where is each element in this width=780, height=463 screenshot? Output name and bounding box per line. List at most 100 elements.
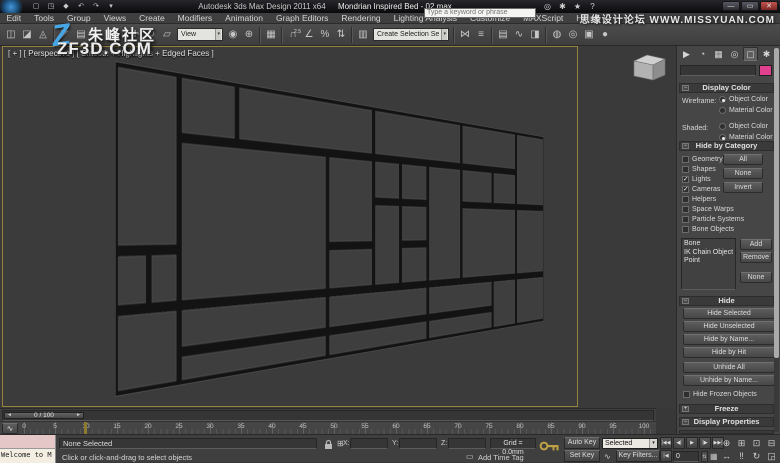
- bind-to-space-warp-icon[interactable]: ◬: [35, 26, 51, 43]
- hide-frozen-objects-checkbox[interactable]: Hide Frozen Objects: [683, 389, 757, 399]
- unlink-selection-icon[interactable]: ◪: [19, 26, 35, 43]
- menu-create[interactable]: Create: [133, 13, 172, 23]
- mini-curve-editor-button[interactable]: ∿: [2, 423, 18, 434]
- material-editor-icon[interactable]: ◍: [549, 26, 565, 43]
- minimize-button[interactable]: —: [722, 1, 740, 11]
- play-icon[interactable]: ▶: [686, 437, 698, 449]
- shaded-material-color-radio[interactable]: [719, 134, 726, 141]
- new-scene-icon[interactable]: ▢: [30, 1, 42, 12]
- menu-tools[interactable]: Tools: [28, 13, 61, 23]
- previous-key-icon[interactable]: |◀: [660, 450, 672, 462]
- shaded-object-color-radio[interactable]: [719, 123, 726, 130]
- time-slider-handle[interactable]: ◄ 0 / 100 ►: [4, 412, 84, 419]
- close-button[interactable]: ✕: [760, 1, 778, 11]
- key-mode-dropdown[interactable]: Selected ▾: [602, 438, 658, 449]
- scrollbar-thumb[interactable]: [774, 48, 779, 358]
- open-file-icon[interactable]: ◳: [45, 1, 57, 12]
- menu-edit[interactable]: Edit: [0, 13, 28, 23]
- hide-by-name-button[interactable]: Hide by Name...: [683, 334, 775, 345]
- time-slider[interactable]: ◄ 0 / 100 ►: [0, 408, 656, 421]
- edit-named-selection-sets-icon[interactable]: ▥: [355, 26, 371, 43]
- wireframe-material-color-option[interactable]: Material Color: [719, 107, 773, 114]
- rollout-toggle-icon[interactable]: −: [682, 298, 689, 304]
- walk-through-icon[interactable]: ‼: [734, 450, 749, 462]
- viewport-label[interactable]: [ + ] [ Perspective ] [ Smooth + Highlig…: [8, 49, 214, 58]
- select-by-name-icon[interactable]: ▤: [73, 26, 89, 43]
- align-icon[interactable]: ≡: [473, 26, 489, 43]
- maxscript-macro-recorder[interactable]: [0, 435, 56, 449]
- search-go-icon[interactable]: ◎: [542, 1, 553, 12]
- tab-hierarchy-icon[interactable]: ▦: [711, 47, 726, 61]
- keyboard-shortcut-override-icon[interactable]: ▦: [263, 26, 279, 43]
- unhide-all-button[interactable]: Unhide All: [683, 362, 775, 373]
- checkbox-box[interactable]: [682, 215, 689, 223]
- auto-key-button[interactable]: Auto Key: [564, 437, 600, 449]
- mondrian-bed-object[interactable]: [115, 61, 544, 397]
- rollout-toggle-icon[interactable]: −: [682, 85, 689, 91]
- maximize-button[interactable]: ▭: [741, 1, 759, 11]
- track-bar-ruler[interactable]: 0510152025303540455055606570758085909510…: [22, 422, 651, 434]
- checkbox-box[interactable]: [682, 165, 689, 173]
- use-pivot-point-center-icon[interactable]: ◉: [225, 26, 241, 43]
- object-color-swatch[interactable]: [759, 65, 772, 76]
- menu-rendering[interactable]: Rendering: [335, 13, 387, 23]
- help-icon[interactable]: ?: [587, 1, 598, 12]
- perspective-viewport[interactable]: [ + ] [ Perspective ] [ Smooth + Highlig…: [2, 46, 578, 407]
- rollout-toggle-icon[interactable]: −: [682, 419, 689, 425]
- track-bar[interactable]: ∿ 05101520253035404550556065707580859095…: [0, 421, 656, 435]
- box-object[interactable]: [630, 52, 668, 82]
- category-listbox[interactable]: Bone IK Chain Object Point: [681, 238, 736, 290]
- wireframe-object-color-option[interactable]: Object Color: [719, 96, 768, 103]
- tab-motion-icon[interactable]: ◎: [727, 47, 742, 61]
- tab-display-icon[interactable]: ▢: [743, 47, 758, 61]
- none-button[interactable]: None: [723, 168, 763, 179]
- rollout-hide-by-category[interactable]: − Hide by Category: [679, 141, 774, 151]
- tab-create-icon[interactable]: ▶: [679, 47, 694, 61]
- rollout-display-color[interactable]: − Display Color: [679, 83, 774, 93]
- rollout-toggle-icon[interactable]: −: [682, 143, 689, 149]
- rendered-frame-window-icon[interactable]: ▣: [581, 26, 597, 43]
- checkbox-box[interactable]: ✓: [682, 185, 689, 193]
- category-space-warps[interactable]: Space Warps: [682, 204, 744, 214]
- category-bone-objects[interactable]: Bone Objects: [682, 224, 744, 234]
- menu-group[interactable]: Group: [61, 13, 98, 23]
- y-field[interactable]: [399, 438, 437, 449]
- hide-selected-button[interactable]: Hide Selected: [683, 308, 775, 319]
- select-and-move-icon[interactable]: ✚: [127, 26, 143, 43]
- dropdown-arrow-icon[interactable]: ▾: [215, 29, 221, 40]
- favorites-icon[interactable]: ★: [572, 1, 583, 12]
- object-name-field[interactable]: [680, 65, 756, 76]
- rectangular-selection-region-icon[interactable]: ▢: [89, 26, 105, 43]
- list-item-ik-chain-object[interactable]: IK Chain Object: [682, 249, 735, 258]
- checkbox-box[interactable]: [683, 390, 690, 398]
- selection-lock-icon[interactable]: [324, 439, 333, 450]
- category-particle-systems[interactable]: Particle Systems: [682, 214, 744, 224]
- command-panel-scrollbar[interactable]: [774, 48, 779, 432]
- project-folder-icon[interactable]: ▾: [105, 1, 117, 12]
- add-time-tag[interactable]: Add Time Tag: [478, 453, 524, 462]
- unhide-by-name-button[interactable]: Unhide by Name...: [683, 375, 775, 386]
- communication-center-icon[interactable]: ✱: [557, 1, 568, 12]
- tab-modify-icon[interactable]: ◔: [695, 47, 710, 61]
- menu-views[interactable]: Views: [97, 13, 133, 23]
- select-object-icon[interactable]: ◤: [57, 26, 73, 43]
- redo-icon[interactable]: ↷: [90, 1, 102, 12]
- all-button[interactable]: All: [723, 154, 763, 165]
- current-frame-field[interactable]: 0: [673, 451, 699, 462]
- list-item-bone[interactable]: Bone: [682, 240, 735, 249]
- orbit-icon[interactable]: ↻: [749, 450, 764, 462]
- invert-button[interactable]: Invert: [723, 182, 763, 193]
- mirror-icon[interactable]: ⋈: [457, 26, 473, 43]
- none-list-button[interactable]: None: [740, 272, 772, 283]
- percent-snap-icon[interactable]: %: [317, 26, 333, 43]
- menu-graph-editors[interactable]: Graph Editors: [269, 13, 334, 23]
- dropdown-arrow-icon[interactable]: ▾: [441, 29, 447, 40]
- zoom-extents-icon[interactable]: ⊡: [749, 437, 764, 449]
- checkbox-box[interactable]: [682, 195, 689, 203]
- checkbox-box[interactable]: [682, 205, 689, 213]
- reference-coordinate-system-dropdown[interactable]: View ▾: [177, 28, 223, 41]
- menu-animation[interactable]: Animation: [219, 13, 270, 23]
- angle-snap-icon[interactable]: ∠: [301, 26, 317, 43]
- spinner-snap-icon[interactable]: ⇅: [333, 26, 349, 43]
- window-crossing-toggle-icon[interactable]: ▣: [105, 26, 121, 43]
